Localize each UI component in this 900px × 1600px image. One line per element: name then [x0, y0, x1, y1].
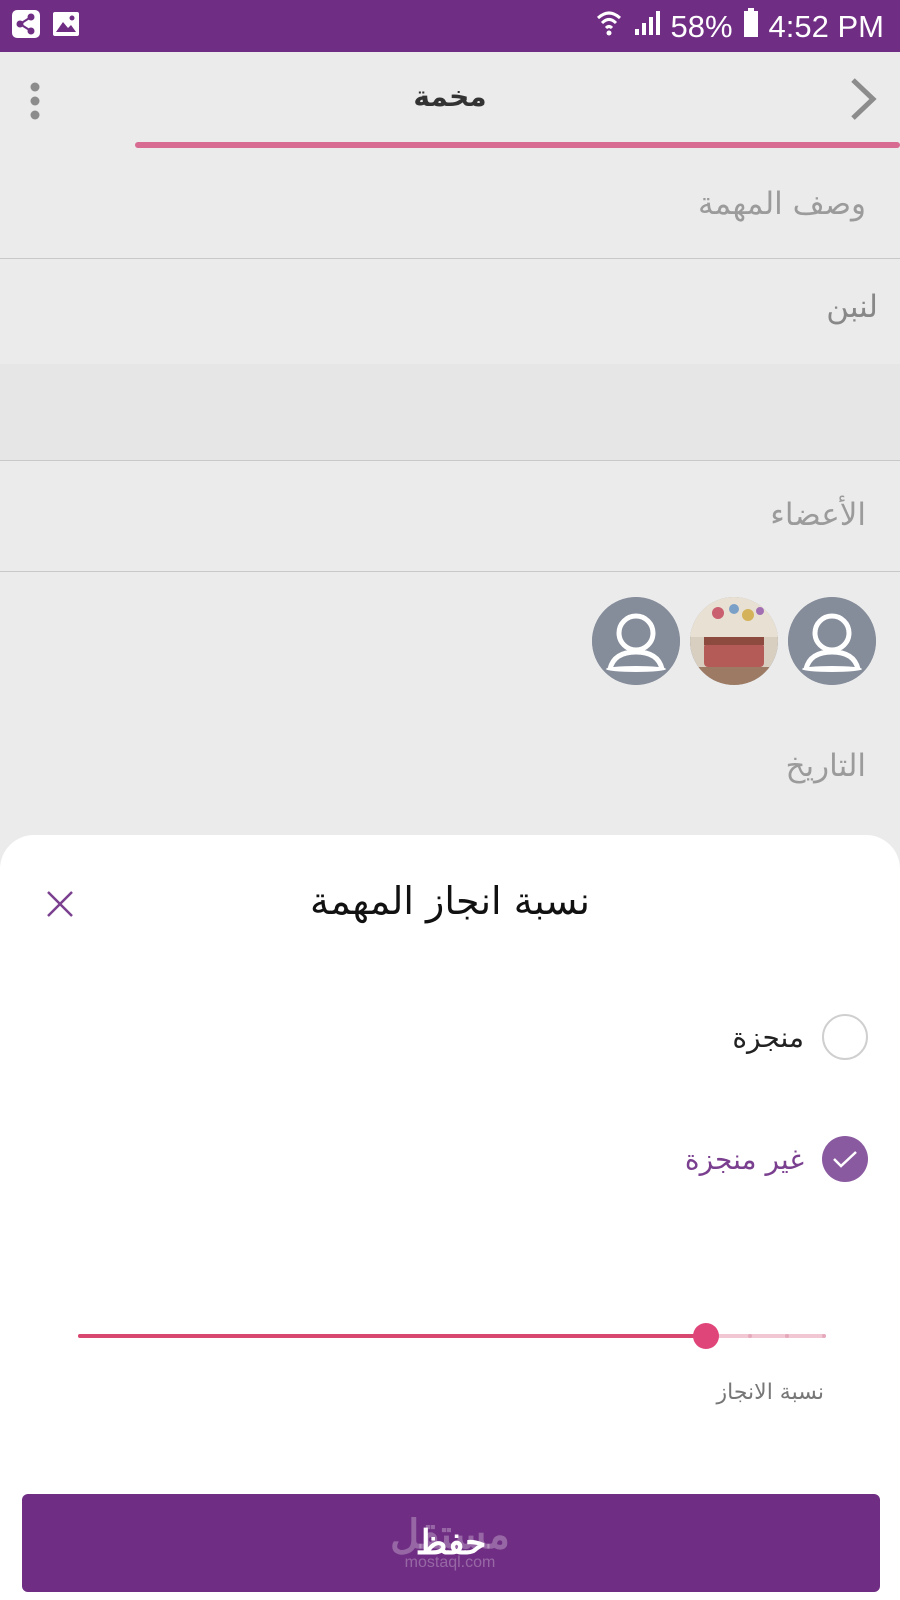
slider-label: نسبة الانجاز: [716, 1380, 825, 1405]
page-title: مخمة: [413, 80, 487, 113]
description-section: وصف المهمة: [0, 148, 900, 258]
checkmark-icon[interactable]: [822, 1136, 868, 1182]
signal-icon: [633, 9, 661, 45]
slider-tick: [822, 1334, 826, 1338]
wifi-icon: [595, 8, 623, 46]
members-avatars: [592, 597, 876, 685]
sheet-title: نسبة انجاز المهمة: [309, 879, 591, 923]
battery-icon: [743, 8, 759, 46]
avatar-photo[interactable]: [690, 597, 778, 685]
status-bar: 58% 4:52 PM: [0, 0, 900, 52]
option-done-label: منجزة: [732, 1020, 804, 1054]
share-icon: [12, 10, 40, 42]
date-section[interactable]: التاريخ: [0, 712, 900, 842]
option-done[interactable]: منجزة: [732, 1014, 868, 1060]
option-not-done[interactable]: غير منجزة: [685, 1136, 868, 1182]
members-label: الأعضاء: [770, 497, 866, 533]
completion-bottom-sheet: نسبة انجاز المهمة: [0, 835, 900, 1600]
description-value: لنبن: [826, 289, 878, 325]
date-label: التاريخ: [785, 748, 866, 784]
slider-tick: [785, 1334, 789, 1338]
slider-fill: [78, 1334, 707, 1338]
members-section: الأعضاء: [0, 461, 900, 571]
avatar-placeholder-icon[interactable]: [592, 597, 680, 685]
completion-slider[interactable]: [78, 1322, 826, 1352]
save-button[interactable]: حفظ: [22, 1494, 880, 1592]
battery-percent: 58%: [670, 9, 733, 44]
app-bar: مخمة: [0, 52, 900, 142]
avatar-placeholder-icon[interactable]: [788, 597, 876, 685]
clock: 4:52 PM: [768, 9, 884, 44]
radio-unchecked[interactable]: [822, 1014, 868, 1060]
gallery-icon: [52, 10, 80, 42]
description-extra-area[interactable]: [0, 364, 900, 460]
option-not-done-label: غير منجزة: [684, 1142, 804, 1176]
slider-thumb[interactable]: [693, 1323, 720, 1349]
description-label: وصف المهمة: [697, 186, 866, 222]
back-chevron-icon[interactable]: [848, 76, 878, 126]
description-value-field[interactable]: لنبن: [0, 259, 900, 364]
slider-tick: [748, 1334, 752, 1338]
